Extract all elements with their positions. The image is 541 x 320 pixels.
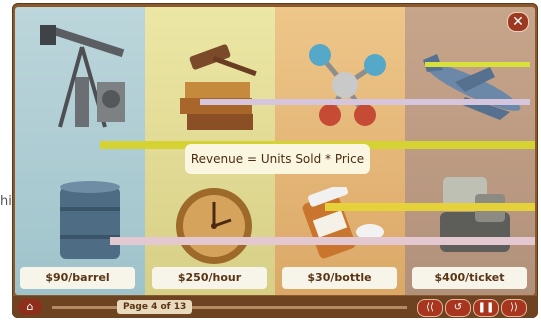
pause-icon[interactable]: ❚❚ [473,299,499,317]
page-indicator: Page 4 of 13 [117,300,193,314]
revenue-formula: Revenue = Units Sold * Price [185,144,370,174]
replay-icon[interactable]: ↺ [445,299,471,317]
price-label-clock: $250/hour [152,267,267,289]
price-label-ticket: $400/ticket [412,267,527,289]
oil-barrel-image [60,181,120,259]
ticket-image [440,177,510,252]
books-gavel-image [180,44,257,130]
pill-bottle-image [302,187,384,259]
glitch-band [200,99,530,105]
home-icon[interactable]: ⌂ [18,299,42,315]
app-frame: Revenue = Units Sold * Price $90/barrel … [12,3,538,318]
player-controls: ⌂ Page 4 of 13 ⟨⟨ ↺ ❚❚ ⟩⟩ [12,296,538,318]
price-label-oil: $90/barrel [20,267,135,289]
airplane-image [423,54,521,120]
forward-icon[interactable]: ⟩⟩ [501,299,527,317]
price-label-bottle: $30/bottle [282,267,397,289]
progress-track[interactable] [52,306,407,309]
oil-derrick-image [40,24,125,128]
molecule-image [309,44,386,126]
rewind-icon[interactable]: ⟨⟨ [417,299,443,317]
glitch-band [110,237,535,245]
glitch-band [425,62,530,67]
glitch-band [325,203,535,211]
lesson-stage: Revenue = Units Sold * Price $90/barrel … [15,7,535,295]
clock-image [176,188,252,264]
close-icon[interactable]: ✕ [507,12,529,32]
